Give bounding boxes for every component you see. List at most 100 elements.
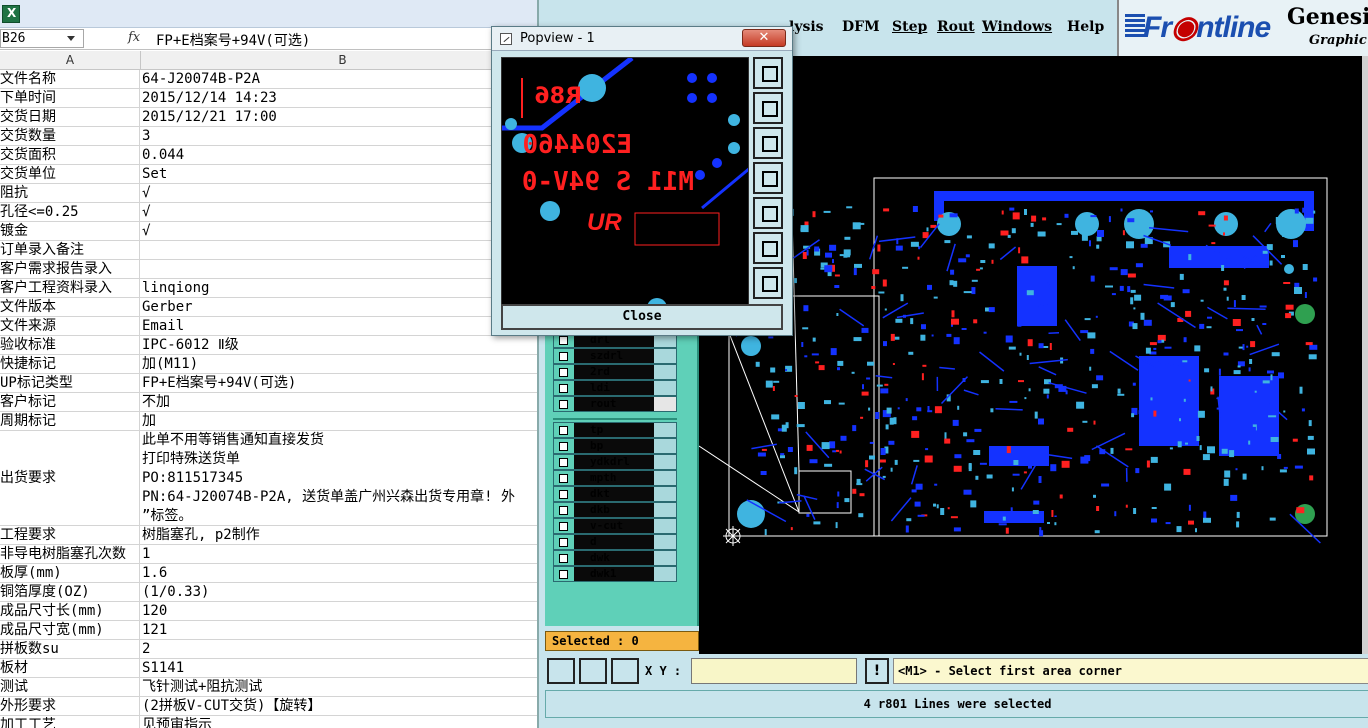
table-row[interactable]: 客户需求报告录入 xyxy=(0,260,545,279)
table-row[interactable]: 外形要求 (2拼板V-CUT交货)【旋转】 xyxy=(0,697,545,716)
layer-checkbox[interactable] xyxy=(554,519,574,533)
canvas-scrollbar[interactable] xyxy=(1362,56,1368,654)
table-row[interactable]: 成品尺寸宽(mm) 121 xyxy=(0,621,545,640)
layer-item-szdrl[interactable]: szdrl xyxy=(553,348,677,364)
table-row[interactable]: 文件来源 Email xyxy=(0,317,545,336)
cell-b[interactable]: (1/0.33) xyxy=(142,583,545,601)
table-row[interactable]: 周期标记加 xyxy=(0,412,545,431)
layer-checkbox[interactable] xyxy=(554,381,574,395)
graphic-editor-canvas[interactable] xyxy=(699,56,1362,654)
popview-canvas[interactable]: R86 E204460 M11 S 94V-0 UR xyxy=(501,57,749,327)
layer-item-mpth[interactable]: mpth xyxy=(553,470,677,486)
table-row[interactable]: 验收标准 IPC-6012 Ⅱ级 xyxy=(0,336,545,355)
menu-analysis[interactable]: lysis xyxy=(789,19,824,35)
layer-item-v-cut[interactable]: v-cut xyxy=(553,518,677,534)
cell-a[interactable]: 镀金 xyxy=(0,222,140,240)
formula-input[interactable]: FP+E档案号+94V(可选) xyxy=(156,30,310,50)
layer-item-ldi[interactable]: ldi xyxy=(553,380,677,396)
cell-b[interactable]: 飞针测试+阻抗测试 xyxy=(142,678,545,696)
grid-icon[interactable] xyxy=(611,658,639,684)
cell-a[interactable]: 文件来源 xyxy=(0,317,140,335)
layer-checkbox[interactable] xyxy=(554,471,574,485)
cell-b[interactable]: 加 xyxy=(142,412,545,430)
cell-b[interactable]: 2015/12/14 14:23 xyxy=(142,89,545,107)
cell-b[interactable]: 见预审指示 xyxy=(142,716,545,728)
table-row[interactable]: 阻抗 √ xyxy=(0,184,545,203)
table-row[interactable]: 客户工程资料录入 linqiong xyxy=(0,279,545,298)
cell-a[interactable]: 快捷标记 xyxy=(0,355,140,373)
cell-a[interactable]: 交货面积 xyxy=(0,146,140,164)
layer-checkbox[interactable] xyxy=(554,423,574,437)
excel-icon[interactable] xyxy=(2,5,20,23)
cell-a[interactable]: 订单录入备注 xyxy=(0,241,140,259)
cell-a[interactable]: 文件名称 xyxy=(0,70,140,88)
cell-b[interactable]: 此单不用等销售通知直接发货 打印特殊送货单 PO:811517345 PN:64-J2… xyxy=(142,431,545,525)
cell-b[interactable]: 120 xyxy=(142,602,545,620)
cell-a[interactable]: 成品尺寸宽(mm) xyxy=(0,621,140,639)
table-row[interactable]: 文件版本 Gerber xyxy=(0,298,545,317)
cell-b[interactable]: 3 xyxy=(142,127,545,145)
cell-a[interactable]: 文件版本 xyxy=(0,298,140,316)
cell-a[interactable]: 客户需求报告录入 xyxy=(0,260,140,278)
cell-b[interactable]: FP+E档案号+94V(可选) xyxy=(142,374,545,392)
table-row[interactable]: 加工工艺 见预审指示 xyxy=(0,716,545,728)
cell-a[interactable]: 外形要求 xyxy=(0,697,140,715)
cell-a[interactable]: 周期标记 xyxy=(0,412,140,430)
menu-dfm[interactable]: DFM xyxy=(842,19,880,35)
layer-item-2rd[interactable]: 2rd xyxy=(553,364,677,380)
cell-a[interactable]: 拼板数su xyxy=(0,640,140,658)
cell-a[interactable]: 客户工程资料录入 xyxy=(0,279,140,297)
table-row[interactable]: 拼板数su 2 xyxy=(0,640,545,659)
table-row[interactable]: 成品尺寸长(mm) 120 xyxy=(0,602,545,621)
column-header-a[interactable]: A xyxy=(0,51,141,70)
cell-a[interactable]: 非导电树脂塞孔次数 xyxy=(0,545,140,563)
table-row[interactable]: UP标记类型 FP+E档案号+94V(可选) xyxy=(0,374,545,393)
pcb-board-view[interactable] xyxy=(699,56,1362,654)
table-row[interactable]: 板材 S1141 xyxy=(0,659,545,678)
layer-checkbox[interactable] xyxy=(554,567,574,581)
pan-left-icon[interactable] xyxy=(753,162,783,194)
cell-b[interactable]: 加(M11) xyxy=(142,355,545,373)
layer-item-dkt[interactable]: dkt xyxy=(553,486,677,502)
cell-a[interactable]: 板厚(mm) xyxy=(0,564,140,582)
table-row[interactable]: 工程要求 树脂塞孔, p2制作 xyxy=(0,526,545,545)
table-row[interactable]: 交货数量 3 xyxy=(0,127,545,146)
table-row[interactable]: 铜箔厚度(OZ) (1/0.33) xyxy=(0,583,545,602)
table-row[interactable]: 订单录入备注 xyxy=(0,241,545,260)
cell-b[interactable]: 树脂塞孔, p2制作 xyxy=(142,526,545,544)
zoom-home-icon[interactable] xyxy=(753,57,783,89)
table-row[interactable]: 出货要求 此单不用等销售通知直接发货 打印特殊送货单 PO:811517345 PN:… xyxy=(0,431,545,526)
zoom-area-icon[interactable] xyxy=(547,658,575,684)
cell-b[interactable]: 0.044 xyxy=(142,146,545,164)
table-row[interactable]: 镀金 √ xyxy=(0,222,545,241)
cell-a[interactable]: 板材 xyxy=(0,659,140,677)
pan-up-icon[interactable] xyxy=(753,92,783,124)
popview-close-button[interactable]: Close xyxy=(501,304,783,330)
table-row[interactable]: 交货日期 2015/12/21 17:00 xyxy=(0,108,545,127)
menu-rout[interactable]: Rout xyxy=(937,19,975,35)
layer-checkbox[interactable] xyxy=(554,397,574,411)
cell-a[interactable]: 下单时间 xyxy=(0,89,140,107)
zoom-in-icon[interactable] xyxy=(753,232,783,264)
layer-checkbox[interactable] xyxy=(554,551,574,565)
popview-titlebar[interactable]: Popview - 1 ✕ xyxy=(492,27,792,51)
layer-item-bp[interactable]: bp xyxy=(553,438,677,454)
cell-b[interactable]: √ xyxy=(142,203,545,221)
cell-b[interactable]: 2015/12/21 17:00 xyxy=(142,108,545,126)
pan-right-icon[interactable] xyxy=(753,197,783,229)
table-row[interactable]: 文件名称 64-J20074B-P2A xyxy=(0,70,545,89)
cell-b[interactable]: 2 xyxy=(142,640,545,658)
layer-checkbox[interactable] xyxy=(554,503,574,517)
cell-b[interactable] xyxy=(142,241,545,259)
layer-item-dkb[interactable]: dkb xyxy=(553,502,677,518)
cell-b[interactable]: √ xyxy=(142,222,545,240)
pan-down-icon[interactable] xyxy=(753,127,783,159)
menu-windows[interactable]: Windows xyxy=(982,19,1052,35)
table-row[interactable]: 客户标记 不加 xyxy=(0,393,545,412)
cell-a[interactable]: 加工工艺 xyxy=(0,716,140,728)
cell-a[interactable]: 孔径<=0.25 xyxy=(0,203,140,221)
layer-checkbox[interactable] xyxy=(554,349,574,363)
cell-a[interactable]: 阻抗 xyxy=(0,184,140,202)
cell-a[interactable]: 客户标记 xyxy=(0,393,140,411)
cell-b[interactable]: S1141 xyxy=(142,659,545,677)
